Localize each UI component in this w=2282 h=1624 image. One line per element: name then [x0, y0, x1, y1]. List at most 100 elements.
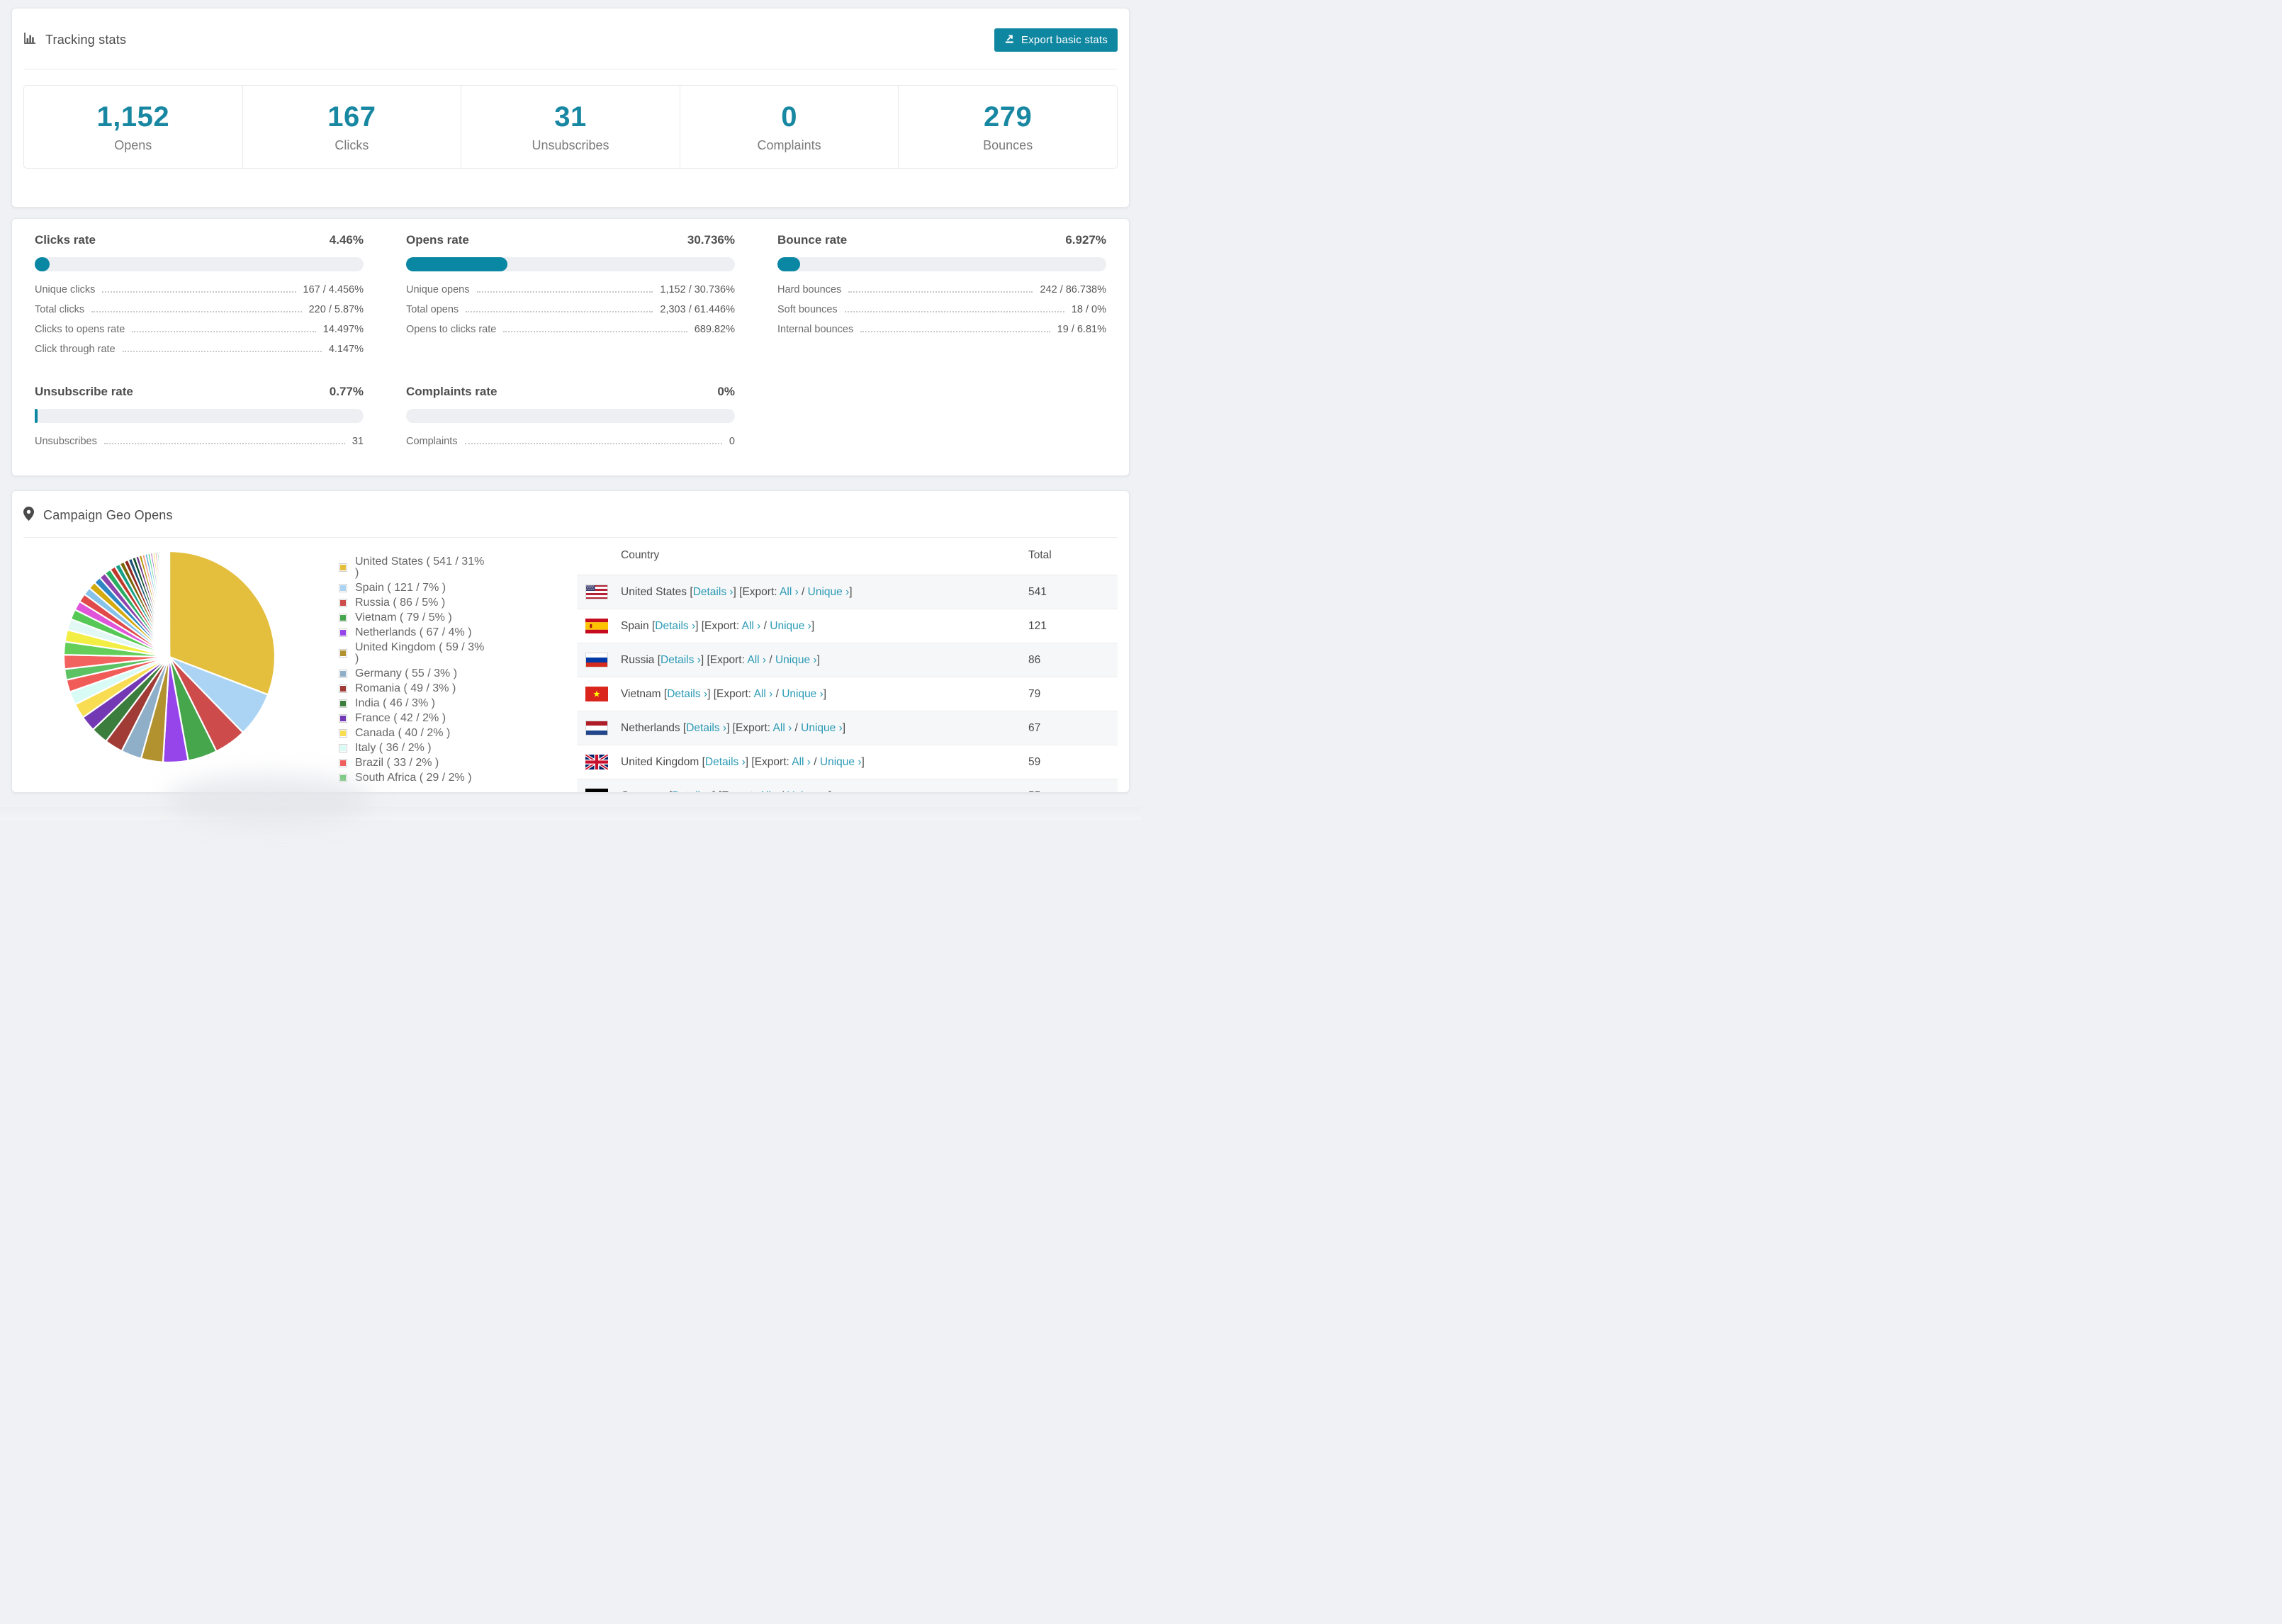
dotted-leader — [132, 331, 316, 332]
dotted-leader — [466, 311, 653, 312]
details-link[interactable]: Details › — [705, 756, 746, 768]
country-flag — [577, 779, 608, 792]
legend-swatch — [339, 714, 347, 723]
details-link[interactable]: Details › — [655, 620, 695, 632]
export-basic-stats-button[interactable]: Export basic stats — [994, 28, 1118, 52]
country-name: Germany — [621, 790, 666, 792]
export-all-link[interactable]: All › — [780, 586, 799, 598]
table-row: United Kingdom [Details ›] [Export: All … — [577, 745, 1118, 779]
legend-swatch — [339, 628, 347, 637]
export-unique-link[interactable]: Unique › — [801, 722, 843, 734]
legend-item: Brazil ( 33 / 2% ) — [339, 757, 490, 769]
table-row: Vietnam [Details ›] [Export: All › / Uni… — [577, 677, 1118, 711]
country-name: United States — [621, 585, 687, 598]
legend-item: Canada ( 40 / 2% ) — [339, 728, 490, 739]
country-name: Spain — [621, 619, 649, 632]
rate-value: 0.77% — [329, 385, 364, 398]
rate-section: Opens rate 30.736% Unique opens 1,152 / … — [406, 233, 735, 363]
metric-value: 689.82% — [694, 324, 735, 335]
metric-row: Total clicks 220 / 5.87% — [35, 304, 364, 315]
metric-label: Opens to clicks rate — [406, 324, 497, 335]
stat-value: 167 — [327, 101, 376, 132]
legend-label: Italy ( 36 / 2% ) — [355, 742, 432, 754]
export-unique-link[interactable]: Unique › — [770, 620, 811, 632]
rate-title: Clicks rate — [35, 233, 96, 247]
export-all-link[interactable]: All › — [742, 620, 761, 632]
export-unique-link[interactable]: Unique › — [820, 756, 862, 768]
country-flag — [577, 745, 608, 779]
legend-item: United Kingdom ( 59 / 3% ) — [339, 642, 490, 665]
export-unique-link[interactable]: Unique › — [787, 790, 828, 792]
metric-label: Hard bounces — [777, 284, 842, 295]
export-unique-link[interactable]: Unique › — [775, 654, 817, 666]
rates-card: Clicks rate 4.46% Unique clicks 167 / 4.… — [11, 218, 1130, 476]
progress-fill — [406, 257, 507, 271]
export-button-label: Export basic stats — [1021, 34, 1108, 46]
legend-label: Brazil ( 33 / 2% ) — [355, 757, 439, 769]
pie-legend: United States ( 541 / 31% ) Spain ( 121 … — [310, 538, 490, 792]
export-all-link[interactable]: All › — [747, 654, 766, 666]
progress-bar — [35, 257, 364, 271]
legend-label: Russia ( 86 / 5% ) — [355, 597, 446, 609]
metric-row: Unique opens 1,152 / 30.736% — [406, 284, 735, 295]
stat-value: 1,152 — [96, 101, 170, 132]
rate-section: Unsubscribe rate 0.77% Unsubscribes 31 — [35, 385, 364, 456]
details-link[interactable]: Details › — [661, 654, 701, 666]
dotted-leader — [476, 291, 653, 293]
rate-section: Bounce rate 6.927% Hard bounces 242 / 86… — [777, 233, 1106, 363]
country-flag — [577, 677, 608, 711]
metric-label: Unique opens — [406, 284, 470, 295]
metric-value: 14.497% — [322, 324, 364, 335]
legend-item: Russia ( 86 / 5% ) — [339, 597, 490, 609]
metric-row: Internal bounces 19 / 6.81% — [777, 324, 1106, 335]
legend-item: Germany ( 55 / 3% ) — [339, 668, 490, 680]
country-name: Netherlands — [621, 721, 680, 734]
country-flag — [577, 575, 608, 609]
details-link[interactable]: Details › — [672, 790, 712, 792]
legend-item: Netherlands ( 67 / 4% ) — [339, 627, 490, 638]
stat-label: Unsubscribes — [532, 137, 609, 152]
metric-label: Unsubscribes — [35, 436, 97, 447]
legend-swatch — [339, 744, 347, 752]
legend-item: France ( 42 / 2% ) — [339, 713, 490, 724]
progress-fill — [35, 409, 38, 423]
table-row: Germany [Details ›] [Export: All › / Uni… — [577, 779, 1118, 792]
legend-swatch — [339, 649, 347, 658]
stat-value: 31 — [554, 101, 587, 132]
geo-table: Country Total United States [Details ›] … — [577, 538, 1118, 792]
dotted-leader — [848, 291, 1033, 293]
export-unique-link[interactable]: Unique › — [782, 688, 824, 700]
metric-row: Total opens 2,303 / 61.446% — [406, 304, 735, 315]
table-row: United States [Details ›] [Export: All ›… — [577, 575, 1118, 609]
metric-value: 1,152 / 30.736% — [660, 284, 735, 295]
rate-title: Bounce rate — [777, 233, 848, 247]
rate-section: Clicks rate 4.46% Unique clicks 167 / 4.… — [35, 233, 364, 363]
export-unique-link[interactable]: Unique › — [808, 586, 850, 598]
legend-label: South Africa ( 29 / 2% ) — [355, 772, 472, 784]
metric-row: Click through rate 4.147% — [35, 344, 364, 355]
metric-label: Complaints — [406, 436, 458, 447]
rate-value: 6.927% — [1065, 233, 1106, 247]
export-all-link[interactable]: All › — [754, 688, 773, 700]
metric-value: 4.147% — [328, 344, 364, 355]
rate-value: 4.46% — [329, 233, 364, 247]
legend-label: France ( 42 / 2% ) — [355, 712, 446, 724]
legend-swatch — [339, 699, 347, 708]
metric-value: 18 / 0% — [1071, 304, 1106, 315]
export-all-link[interactable]: All › — [773, 722, 792, 734]
export-all-link[interactable]: All › — [759, 790, 778, 792]
details-link[interactable]: Details › — [686, 722, 726, 734]
row-total: 79 — [1028, 687, 1041, 700]
metric-row: Opens to clicks rate 689.82% — [406, 324, 735, 335]
legend-label: Netherlands ( 67 / 4% ) — [355, 626, 472, 638]
export-icon — [1004, 33, 1015, 47]
details-link[interactable]: Details › — [667, 688, 707, 700]
legend-item: Spain ( 121 / 7% ) — [339, 582, 490, 594]
dotted-leader — [122, 351, 322, 352]
row-total: 55 — [1028, 779, 1118, 792]
metric-value: 31 — [352, 436, 364, 447]
export-all-link[interactable]: All › — [792, 756, 811, 768]
details-link[interactable]: Details › — [693, 586, 734, 598]
metric-label: Total opens — [406, 304, 459, 315]
legend-swatch — [339, 614, 347, 622]
